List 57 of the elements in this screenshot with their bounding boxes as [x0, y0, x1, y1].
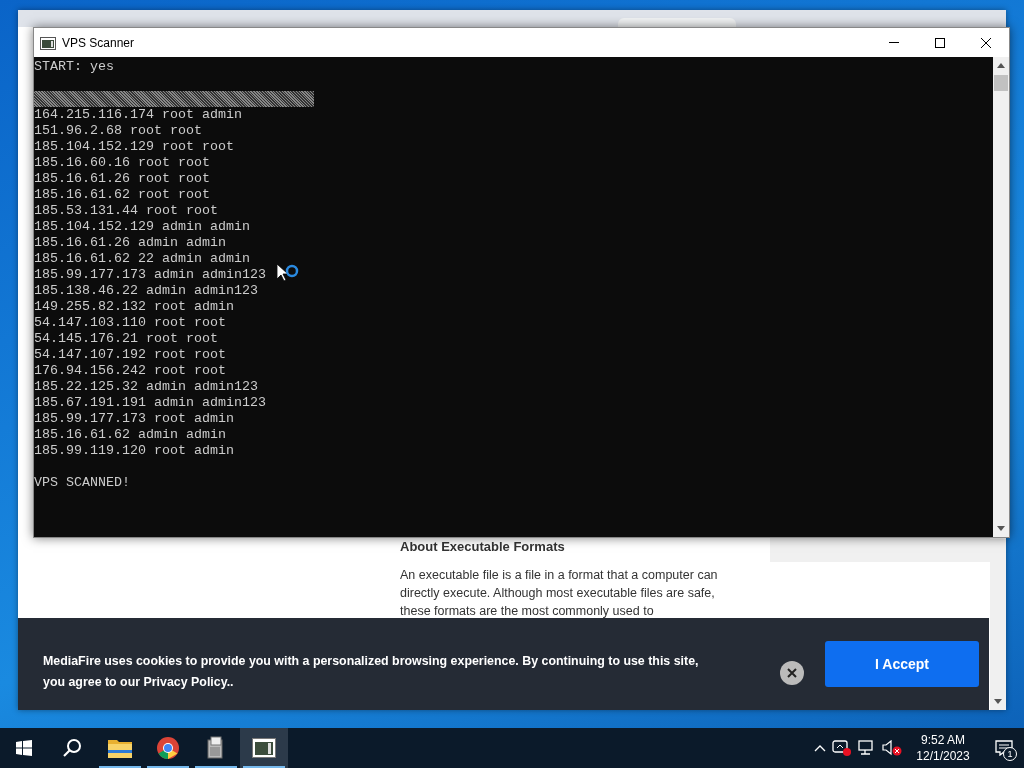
console-line: 185.16.61.62 admin admin [34, 427, 226, 443]
muted-speaker-icon[interactable] [882, 740, 902, 756]
close-icon [981, 37, 991, 48]
console-app-icon [40, 36, 56, 50]
console-app-icon [252, 738, 276, 758]
network-alert-icon[interactable] [832, 739, 852, 757]
console-line: 185.99.177.173 root admin [34, 411, 234, 427]
console-line: 185.104.152.129 root root [34, 139, 234, 155]
notifications-button[interactable]: 1 [984, 728, 1024, 768]
console-line: VPS SCANNED! [34, 475, 130, 491]
console-line: 185.16.61.26 admin admin [34, 235, 226, 251]
close-button[interactable] [780, 661, 804, 685]
clock-date: 12/1/2023 [915, 748, 971, 764]
console-line: 185.99.177.173 admin admin123 [34, 267, 266, 283]
console-line: 185.16.61.26 root root [34, 171, 210, 187]
maximize-icon [935, 37, 945, 48]
minimize-icon [889, 42, 899, 43]
scroll-down-icon[interactable] [997, 526, 1005, 531]
description-paragraph: An executable file is a file in a format that a computer can directly execute. Although most executable files are safe, these formats are the most commonly used to [400, 567, 718, 620]
taskbar-app[interactable] [240, 728, 288, 768]
windows-logo-icon [16, 740, 32, 756]
search-icon [62, 738, 82, 758]
console-line: 185.16.60.16 root root [34, 155, 210, 171]
scroll-up-icon[interactable] [997, 63, 1005, 68]
console-line: 185.16.61.62 root root [34, 187, 210, 203]
scroll-thumb[interactable] [994, 75, 1008, 91]
console-line: 185.67.191.191 admin admin123 [34, 395, 266, 411]
accept-button[interactable]: I Accept [825, 641, 979, 687]
console-line: 185.99.119.120 root admin [34, 443, 234, 459]
scrollbar[interactable] [990, 539, 1006, 710]
cookie-notice-text: MediaFire uses cookies to provide you with a personalized browsing experience. By continuing to use this site, you agree to our Privacy Policy.. [43, 653, 700, 691]
browser-icon [156, 736, 180, 760]
console-line: 54.147.103.110 root root [34, 315, 226, 331]
console-line: 164.215.116.174 root admin [34, 107, 242, 123]
console-line: START: yes [34, 59, 114, 75]
console-line: 151.96.2.68 root root [34, 123, 202, 139]
console-line: 54.147.107.192 root root [34, 347, 226, 363]
scrollbar[interactable] [993, 57, 1009, 537]
console-line: 185.16.61.62 22 admin admin [34, 251, 250, 267]
clock-time: 9:52 AM [920, 732, 966, 748]
folder-icon [108, 738, 132, 758]
section-heading: About Executable Formats [400, 538, 565, 556]
console-line: 54.145.176.21 root root [34, 331, 218, 347]
console-line: 185.22.125.32 admin admin123 [34, 379, 258, 395]
console-line: 185.104.152.129 admin admin [34, 219, 250, 235]
notification-count: 1 [1003, 747, 1017, 761]
notification-icon [995, 740, 1013, 756]
chevron-up-icon[interactable] [814, 744, 826, 752]
monitor-icon[interactable] [858, 740, 876, 756]
close-icon [787, 668, 797, 678]
scroll-down-icon[interactable] [994, 699, 1002, 704]
console-line: 185.53.131.44 root root [34, 203, 218, 219]
console-line: 185.138.46.22 admin admin123 [34, 283, 258, 299]
window-title: VPS Scanner [62, 34, 135, 52]
taskbar-clock[interactable]: 9:52 AM 12/1/2023 [908, 732, 978, 764]
console-line: 176.94.156.242 root root [34, 363, 226, 379]
console-line: 149.255.82.132 root admin [34, 299, 234, 315]
